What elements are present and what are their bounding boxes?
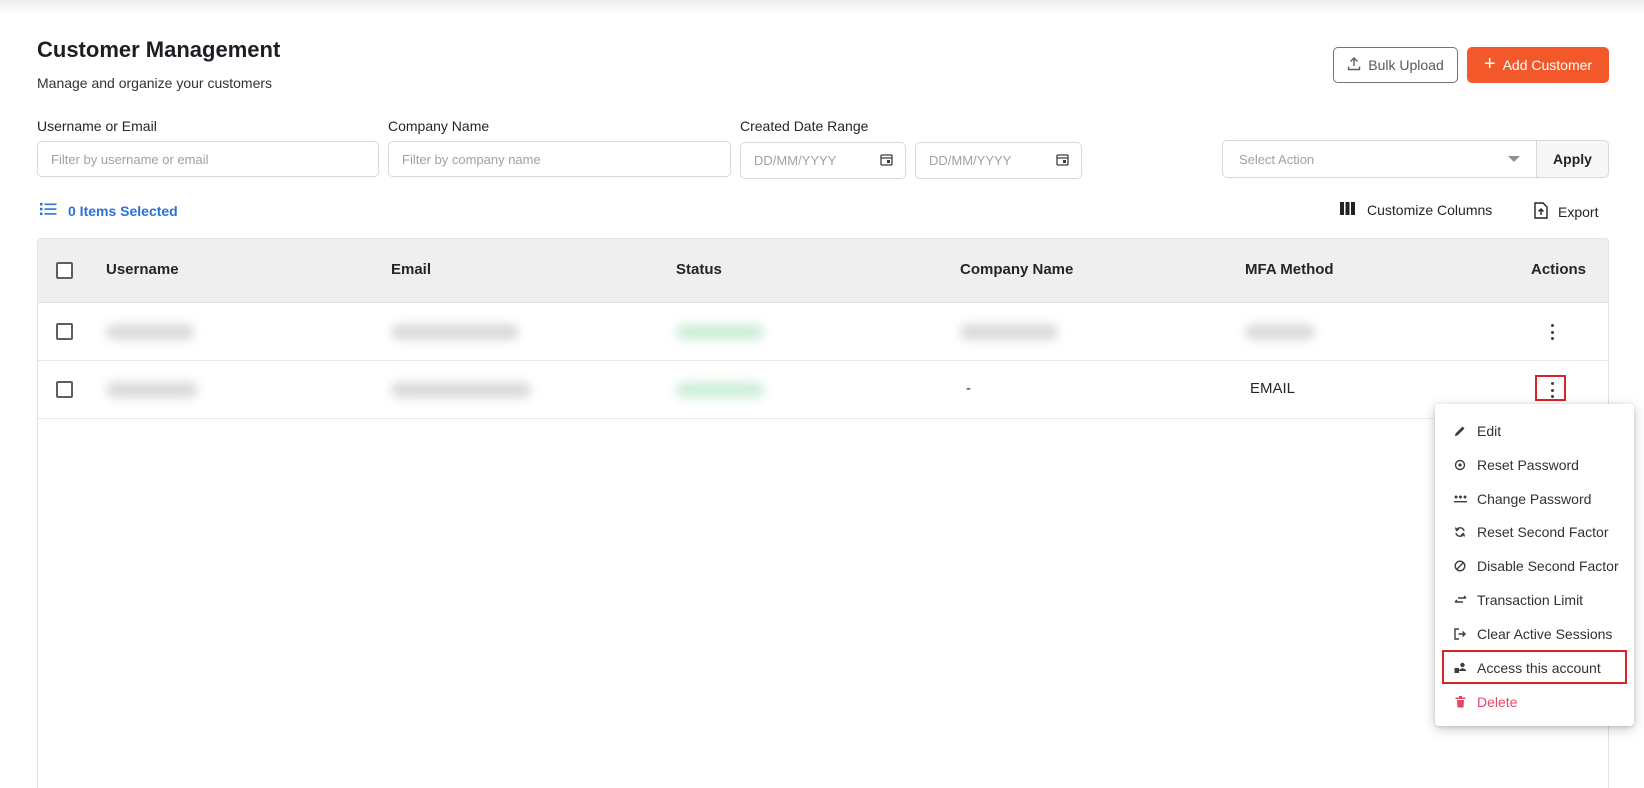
email-cell-redacted bbox=[391, 324, 519, 340]
mfa-cell-redacted bbox=[1245, 324, 1315, 340]
username-filter-input[interactable] bbox=[37, 141, 379, 177]
column-header-company[interactable]: Company Name bbox=[960, 261, 1073, 278]
bulk-upload-label: Bulk Upload bbox=[1368, 57, 1444, 73]
page-subtitle: Manage and organize your customers bbox=[37, 75, 273, 91]
date-to-input[interactable]: DD/MM/YYYY bbox=[915, 142, 1082, 179]
reset-lock-icon bbox=[1453, 458, 1467, 472]
customize-columns-label: Customize Columns bbox=[1367, 202, 1493, 218]
logout-icon bbox=[1453, 627, 1467, 641]
column-header-status[interactable]: Status bbox=[676, 261, 722, 278]
plus-icon: + bbox=[1483, 53, 1496, 75]
selected-count-label: 0 Items Selected bbox=[68, 202, 178, 219]
username-cell-redacted bbox=[106, 382, 198, 398]
mfa-cell: EMAIL bbox=[1250, 380, 1296, 397]
email-cell-redacted bbox=[391, 382, 531, 398]
selected-items-toggle[interactable]: 0 Items Selected bbox=[40, 202, 178, 219]
menu-item-clear-active-sessions[interactable]: Clear Active Sessions bbox=[1435, 619, 1634, 649]
table-row[interactable] bbox=[38, 303, 1608, 361]
table-row[interactable]: - EMAIL bbox=[38, 361, 1608, 419]
row-checkbox[interactable] bbox=[56, 323, 73, 340]
column-header-mfa[interactable]: MFA Method bbox=[1245, 261, 1334, 278]
username-cell-redacted bbox=[106, 324, 194, 340]
add-customer-label: Add Customer bbox=[1502, 57, 1593, 73]
select-action-placeholder: Select Action bbox=[1239, 151, 1315, 167]
date-range-label: Created Date Range bbox=[740, 118, 869, 134]
calendar-icon[interactable] bbox=[880, 153, 893, 169]
column-header-username[interactable]: Username bbox=[106, 261, 179, 278]
bulk-upload-button[interactable]: Bulk Upload bbox=[1333, 47, 1458, 83]
menu-item-disable-second-factor[interactable]: Disable Second Factor bbox=[1435, 551, 1634, 581]
company-cell-redacted bbox=[960, 324, 1058, 340]
kebab-highlight-box bbox=[1535, 375, 1566, 401]
column-header-actions: Actions bbox=[1531, 261, 1587, 278]
company-filter-input[interactable] bbox=[388, 141, 731, 177]
company-cell: - bbox=[966, 380, 971, 397]
pencil-icon bbox=[1453, 424, 1467, 438]
access-account-highlight-box bbox=[1442, 650, 1627, 684]
menu-item-reset-password[interactable]: Reset Password bbox=[1435, 450, 1634, 480]
row-actions-kebab-icon[interactable] bbox=[1548, 321, 1556, 343]
status-badge-redacted bbox=[676, 324, 764, 340]
menu-item-delete[interactable]: Delete bbox=[1435, 687, 1634, 717]
list-icon bbox=[40, 202, 57, 219]
column-header-email[interactable]: Email bbox=[391, 261, 431, 278]
swap-arrows-icon bbox=[1453, 593, 1467, 607]
date-from-placeholder: DD/MM/YYYY bbox=[754, 153, 837, 168]
company-filter-label: Company Name bbox=[388, 118, 490, 134]
menu-item-transaction-limit[interactable]: Transaction Limit bbox=[1435, 585, 1634, 615]
menu-item-edit[interactable]: Edit bbox=[1435, 416, 1634, 446]
block-icon bbox=[1453, 559, 1467, 573]
row-checkbox[interactable] bbox=[56, 381, 73, 398]
add-customer-button[interactable]: + Add Customer bbox=[1467, 47, 1609, 83]
table-header: Username Email Status Company Name MFA M… bbox=[38, 239, 1608, 303]
select-all-checkbox[interactable] bbox=[56, 262, 73, 279]
chevron-down-icon bbox=[1508, 156, 1520, 162]
columns-icon bbox=[1340, 202, 1355, 218]
username-filter-label: Username or Email bbox=[37, 118, 157, 134]
password-dots-icon bbox=[1453, 492, 1467, 506]
customize-columns-button[interactable]: Customize Columns bbox=[1340, 202, 1492, 218]
upload-icon bbox=[1347, 56, 1361, 74]
page-title: Customer Management bbox=[37, 37, 281, 62]
top-shadow bbox=[0, 0, 1644, 14]
refresh-icon bbox=[1453, 525, 1467, 539]
export-label: Export bbox=[1558, 204, 1599, 220]
select-action-dropdown[interactable]: Select Action bbox=[1222, 140, 1537, 178]
trash-icon bbox=[1453, 695, 1467, 709]
menu-item-change-password[interactable]: Change Password bbox=[1435, 484, 1634, 514]
status-badge-redacted bbox=[676, 382, 764, 398]
customers-table: Username Email Status Company Name MFA M… bbox=[37, 238, 1609, 788]
export-button[interactable]: Export bbox=[1534, 202, 1598, 222]
file-export-icon bbox=[1534, 202, 1548, 222]
date-to-placeholder: DD/MM/YYYY bbox=[929, 153, 1012, 168]
date-from-input[interactable]: DD/MM/YYYY bbox=[740, 142, 906, 179]
apply-button[interactable]: Apply bbox=[1537, 140, 1609, 178]
menu-item-reset-second-factor[interactable]: Reset Second Factor bbox=[1435, 517, 1634, 547]
calendar-icon[interactable] bbox=[1056, 153, 1069, 169]
